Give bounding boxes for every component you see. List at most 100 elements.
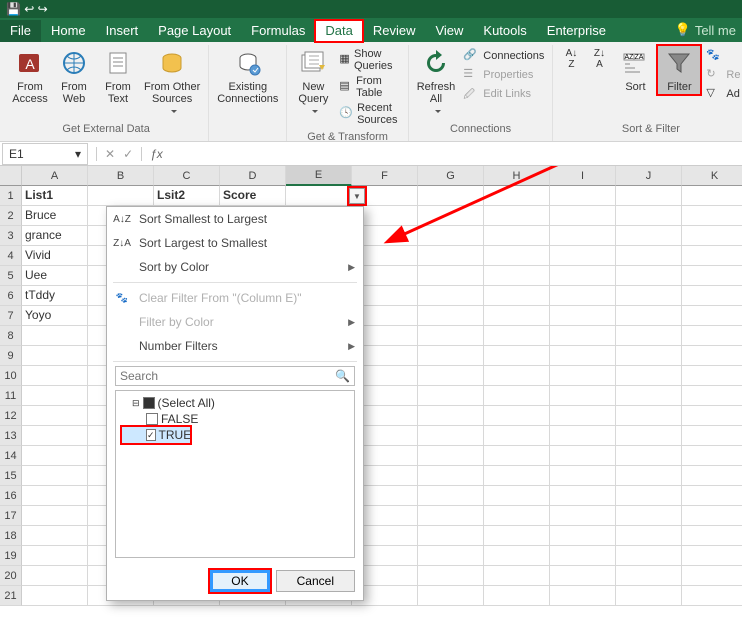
cell[interactable]: [418, 546, 484, 566]
from-other-button[interactable]: From Other Sources: [140, 45, 204, 119]
cell[interactable]: [484, 366, 550, 386]
cell[interactable]: [418, 186, 484, 206]
cell[interactable]: Score: [220, 186, 286, 206]
column-header-B[interactable]: B: [88, 166, 154, 186]
new-query-button[interactable]: New Query: [291, 45, 335, 119]
cell[interactable]: [616, 506, 682, 526]
cell[interactable]: [616, 366, 682, 386]
cell[interactable]: [550, 386, 616, 406]
cell[interactable]: [418, 466, 484, 486]
cell[interactable]: [550, 466, 616, 486]
cell[interactable]: [682, 486, 742, 506]
cell[interactable]: [550, 226, 616, 246]
cell[interactable]: [484, 386, 550, 406]
cell[interactable]: [484, 306, 550, 326]
cell[interactable]: [484, 566, 550, 586]
tell-me[interactable]: 💡 Tell me: [665, 19, 742, 42]
cell[interactable]: [418, 226, 484, 246]
cell[interactable]: [418, 586, 484, 606]
cell[interactable]: [682, 446, 742, 466]
cell[interactable]: [418, 206, 484, 226]
cell[interactable]: [682, 226, 742, 246]
cell[interactable]: [616, 346, 682, 366]
tab-formulas[interactable]: Formulas: [241, 20, 315, 42]
cell[interactable]: [22, 566, 88, 586]
cell[interactable]: [22, 586, 88, 606]
cell[interactable]: [682, 186, 742, 206]
cell[interactable]: [22, 346, 88, 366]
cell[interactable]: [616, 206, 682, 226]
cell[interactable]: Lsit2: [154, 186, 220, 206]
cell[interactable]: [484, 586, 550, 606]
filter-values-list[interactable]: ⊟(Select All) FALSE TRUE: [115, 390, 355, 558]
cell[interactable]: [616, 186, 682, 206]
row-header[interactable]: 9: [0, 346, 22, 366]
cell[interactable]: [550, 346, 616, 366]
cell[interactable]: [22, 426, 88, 446]
row-header[interactable]: 2: [0, 206, 22, 226]
cell[interactable]: [484, 426, 550, 446]
row-header[interactable]: 3: [0, 226, 22, 246]
cell[interactable]: [484, 506, 550, 526]
cell[interactable]: [550, 306, 616, 326]
tab-kutools[interactable]: Kutools: [473, 20, 536, 42]
cell[interactable]: List1: [22, 186, 88, 206]
cell[interactable]: [616, 466, 682, 486]
cell[interactable]: [418, 566, 484, 586]
column-header-D[interactable]: D: [220, 166, 286, 186]
sort-asc-item[interactable]: A↓ZSort Smallest to Largest: [107, 207, 363, 231]
cell[interactable]: [22, 386, 88, 406]
true-checkbox[interactable]: [146, 429, 156, 441]
cell[interactable]: [616, 566, 682, 586]
row-header[interactable]: 10: [0, 366, 22, 386]
cell[interactable]: [550, 506, 616, 526]
cell[interactable]: [484, 186, 550, 206]
cell[interactable]: [418, 286, 484, 306]
row-header[interactable]: 13: [0, 426, 22, 446]
column-header-A[interactable]: A: [22, 166, 88, 186]
cell[interactable]: [550, 486, 616, 506]
cell[interactable]: [550, 406, 616, 426]
cell[interactable]: [616, 486, 682, 506]
cell[interactable]: [484, 266, 550, 286]
column-header-J[interactable]: J: [616, 166, 682, 186]
cell[interactable]: [418, 446, 484, 466]
connections-button[interactable]: 🔗Connections: [461, 47, 546, 65]
row-header[interactable]: 14: [0, 446, 22, 466]
cell[interactable]: [484, 246, 550, 266]
cell[interactable]: [550, 266, 616, 286]
row-header[interactable]: 8: [0, 326, 22, 346]
cell[interactable]: [682, 326, 742, 346]
row-header[interactable]: 17: [0, 506, 22, 526]
cell[interactable]: [616, 426, 682, 446]
tab-enterprise[interactable]: Enterprise: [537, 20, 616, 42]
cell[interactable]: [22, 446, 88, 466]
cell[interactable]: [616, 586, 682, 606]
existing-connections-button[interactable]: Existing Connections: [213, 45, 282, 107]
sort-button[interactable]: AZZA Sort: [613, 45, 657, 95]
cell[interactable]: [418, 326, 484, 346]
column-header-K[interactable]: K: [682, 166, 742, 186]
tab-home[interactable]: Home: [41, 20, 96, 42]
column-header-I[interactable]: I: [550, 166, 616, 186]
cell[interactable]: [418, 246, 484, 266]
filter-dropdown-e[interactable]: ▼: [349, 188, 365, 204]
column-header-F[interactable]: F: [352, 166, 418, 186]
cell[interactable]: Vivid: [22, 246, 88, 266]
cell[interactable]: [88, 186, 154, 206]
cell[interactable]: [550, 246, 616, 266]
cell[interactable]: [682, 566, 742, 586]
from-table-button[interactable]: ▤From Table: [337, 74, 401, 100]
cell[interactable]: Yoyo: [22, 306, 88, 326]
row-header[interactable]: 20: [0, 566, 22, 586]
cell[interactable]: [418, 346, 484, 366]
cell[interactable]: [418, 506, 484, 526]
cell[interactable]: [484, 346, 550, 366]
cell[interactable]: [22, 546, 88, 566]
cell[interactable]: [550, 526, 616, 546]
cell[interactable]: [550, 426, 616, 446]
cell[interactable]: [682, 526, 742, 546]
cell[interactable]: [682, 586, 742, 606]
row-header[interactable]: 4: [0, 246, 22, 266]
cell[interactable]: [682, 426, 742, 446]
